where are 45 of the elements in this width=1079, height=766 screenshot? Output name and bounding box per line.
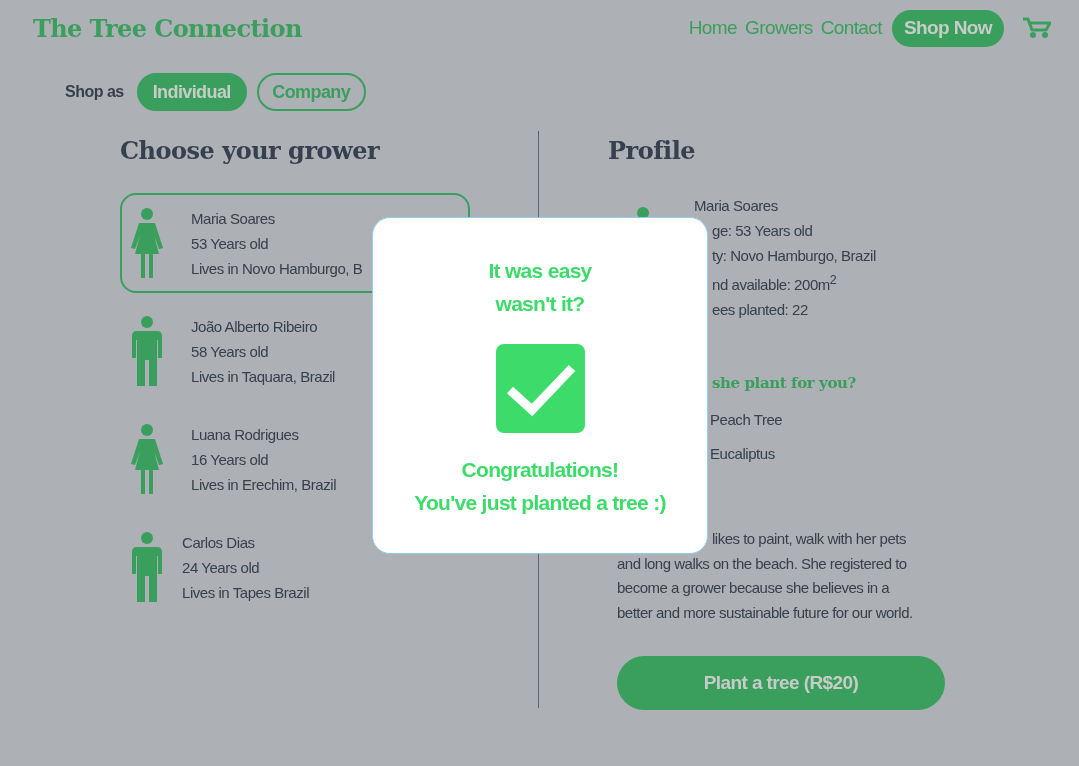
grower-city: Lives in Novo Hamburgo, B xyxy=(191,258,363,279)
bio-text: become a grower because she believes in a xyxy=(617,578,891,598)
grower-age: 58 Years old xyxy=(191,341,270,362)
grower-card[interactable]: Carlos Dias 24 Years old Lives in Tapes Brazil xyxy=(120,517,470,617)
plant-tree-button[interactable]: Plant a tree (R$20) xyxy=(617,656,945,710)
shop-as-label: Shop as xyxy=(65,83,124,101)
person-icon xyxy=(130,532,164,602)
grower-age: 24 Years old xyxy=(182,557,261,578)
profile-name: Maria Soares xyxy=(694,196,779,216)
grower-name: Maria Soares xyxy=(191,208,276,229)
tree-option[interactable]: Peach Tree xyxy=(710,408,959,432)
profile-detail: ge: 53 Years old xyxy=(711,221,814,241)
grower-name: João Alberto Ribeiro xyxy=(191,316,319,337)
grower-name: Luana Rodrigues xyxy=(191,424,300,445)
bio-text: better and more sustainable future for our world. xyxy=(617,602,914,623)
grower-age: 16 Years old xyxy=(191,449,270,470)
nav-link[interactable]: Home xyxy=(688,17,738,39)
dialog-message: Congratulations! You've just planted a tree :) xyxy=(414,457,666,516)
shop-now-button[interactable]: Shop Now xyxy=(891,9,1004,47)
grower-city: Lives in Taquara, Brazil xyxy=(191,366,335,387)
cart-icon[interactable] xyxy=(1022,17,1051,39)
grower-card[interactable]: João Alberto Ribeiro 58 Years old Lives in Taquara, Brazil xyxy=(120,301,470,401)
profile-detail: nd available: 200m$^{2}$ xyxy=(711,272,838,295)
person-icon xyxy=(130,316,164,386)
grower-city: Lives in Erechim, Brazil xyxy=(191,474,337,495)
site-logo[interactable]: The Tree Connection xyxy=(33,13,302,43)
section-heading: Choose your grower xyxy=(120,137,381,165)
section-heading: Profile xyxy=(608,137,697,165)
profile-detail: ty: Novo Hamburgo, Brazil xyxy=(711,246,876,266)
person-icon xyxy=(130,208,164,278)
tree-option[interactable]: Eucaliptus xyxy=(710,442,959,466)
customer-type-toggle[interactable]: Individual xyxy=(136,73,247,111)
check-icon xyxy=(495,344,585,433)
grower-city: Lives in Tapes Brazil xyxy=(182,582,309,603)
bio-text: and long walks on the beach. She registered to xyxy=(617,553,908,574)
nav-link[interactable]: Growers xyxy=(745,17,813,39)
grower-age: 53 Years old xyxy=(191,233,270,254)
nav-link[interactable]: Contact xyxy=(820,17,882,39)
profile-detail: ees planted: 22 xyxy=(711,300,809,320)
trees-heading: she plant for you? xyxy=(712,373,857,393)
bio-text: likes to paint, walk with her pets xyxy=(711,529,907,549)
grower-name: Carlos Dias xyxy=(182,532,256,553)
person-icon xyxy=(130,424,164,494)
dialog-title: It was easy wasn't it? xyxy=(488,258,592,317)
customer-type-toggle[interactable]: Company xyxy=(256,73,366,111)
